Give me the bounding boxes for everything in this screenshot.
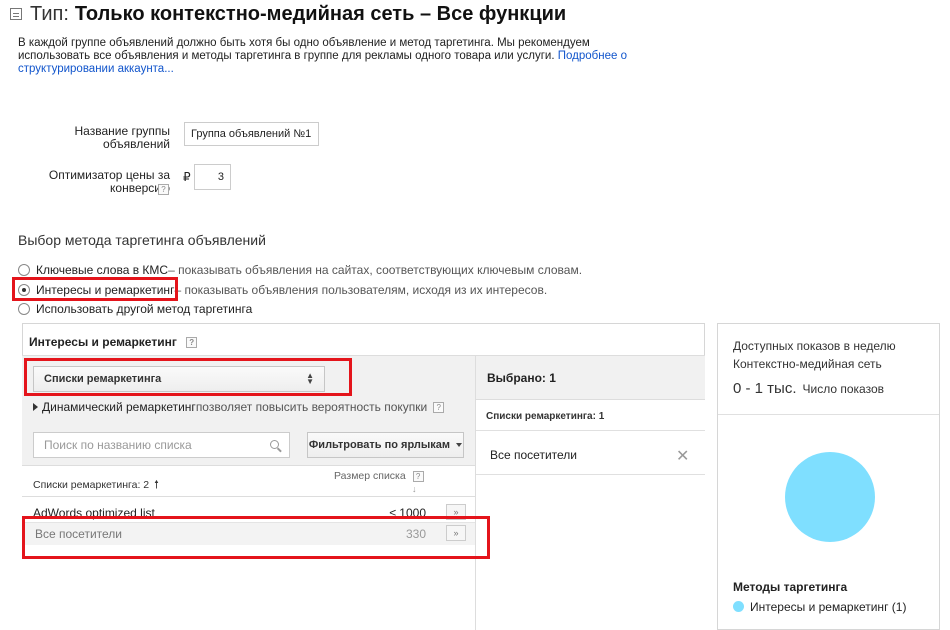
cpa-input[interactable]: 3 [194, 164, 231, 190]
divider [476, 430, 705, 431]
collapse-section-icon[interactable] [10, 8, 22, 20]
selected-header: Выбрано: 1 [476, 356, 705, 400]
col-header-list[interactable]: Списки ремаркетинга: 2 🠕 [33, 476, 159, 495]
chevron-down-icon [456, 443, 463, 447]
radio-other[interactable]: Использовать другой метод таргетинга [18, 302, 252, 316]
panel-title-text: Интересы и ремаркетинг [29, 335, 177, 349]
sort-down-icon: ↓ [412, 484, 417, 494]
help-icon[interactable]: ? [186, 337, 198, 349]
help-icon[interactable]: ? [158, 184, 169, 195]
group-name-label: Название группы объявлений [74, 124, 171, 151]
radio-keywords[interactable]: Ключевые слова в КМС – показывать объявл… [18, 263, 582, 277]
type-label: Тип: [30, 2, 69, 25]
col-header-text: Списки ремаркетинга: 2 [33, 479, 150, 491]
highlight-box [12, 277, 178, 301]
sort-arrow-icon: 🠕 [154, 479, 159, 491]
reach-subtitle: Контекстно-медийная сеть [733, 357, 882, 371]
page-header: Тип: Только контекстно-медийная сеть – В… [10, 2, 566, 26]
reach-title: Доступных показов в неделю [733, 339, 896, 353]
search-icon [270, 440, 279, 449]
panel-title: Интересы и ремаркетинг ? [29, 335, 198, 349]
divider [718, 414, 939, 415]
group-name-input[interactable]: Группа объявлений №1 [184, 122, 319, 146]
targeting-section-title: Выбор метода таргетинга объявлений [18, 232, 266, 248]
reach-value-label: Число показов [802, 382, 885, 396]
divider [476, 474, 705, 475]
cpa-optimizer-label: Оптимизатор цены за конверсию [40, 169, 170, 195]
radio-desc: – показывать объявления на сайтах, соотв… [168, 263, 583, 277]
legend-item: Интересы и ремаркетинг (1) [750, 600, 907, 614]
reach-range: 0 - 1 тыс. Число показов [733, 380, 884, 397]
radio-desc: – показывать объявления пользователям, и… [174, 283, 548, 297]
help-icon[interactable]: ? [433, 401, 445, 413]
search-placeholder: Поиск по названию списка [44, 438, 192, 452]
help-icon[interactable]: ? [412, 470, 424, 482]
reach-pie-chart [785, 452, 875, 542]
radio-label: Ключевые слова в КМС [36, 263, 169, 277]
dynamic-desc: позволяет повысить вероятность покупки [195, 400, 428, 414]
filter-label: Фильтровать по ярлыкам [308, 439, 451, 451]
radio-button[interactable] [18, 303, 30, 315]
highlight-box [24, 358, 352, 396]
radio-button[interactable] [18, 264, 30, 276]
filter-labels-button[interactable]: Фильтровать по ярлыкам [307, 432, 464, 458]
divider [22, 496, 475, 497]
reach-value: 0 - 1 тыс. [733, 380, 797, 397]
list-search-input[interactable]: Поиск по названию списка [33, 432, 290, 458]
intro-description: В каждой группе объявлений должно быть х… [18, 37, 590, 62]
dynamic-remarketing[interactable]: Динамический ремаркетинг позволяет повыс… [33, 400, 445, 414]
expand-triangle-icon[interactable] [33, 403, 38, 411]
legend-color-dot [733, 601, 744, 612]
page-title: Только контекстно-медийная сеть – Все фу… [74, 2, 567, 25]
col-header-size[interactable]: Размер списка ? ↓ [334, 470, 424, 494]
close-icon[interactable]: ✕ [676, 446, 689, 466]
selected-item: Все посетители [490, 448, 577, 462]
legend-title: Методы таргетинга [733, 580, 848, 594]
radio-label: Использовать другой метод таргетинга [36, 302, 253, 316]
dynamic-link[interactable]: Динамический ремаркетинг [42, 400, 196, 414]
intro-text: В каждой группе объявлений должно быть х… [18, 37, 658, 76]
selected-subheader: Списки ремаркетинга: 1 [486, 411, 605, 422]
cpa-label-text: Оптимизатор цены за конверсию [48, 168, 170, 195]
currency-symbol: ₽ [183, 170, 191, 184]
col-header-text: Размер списка [334, 470, 406, 482]
highlight-box [22, 516, 490, 559]
